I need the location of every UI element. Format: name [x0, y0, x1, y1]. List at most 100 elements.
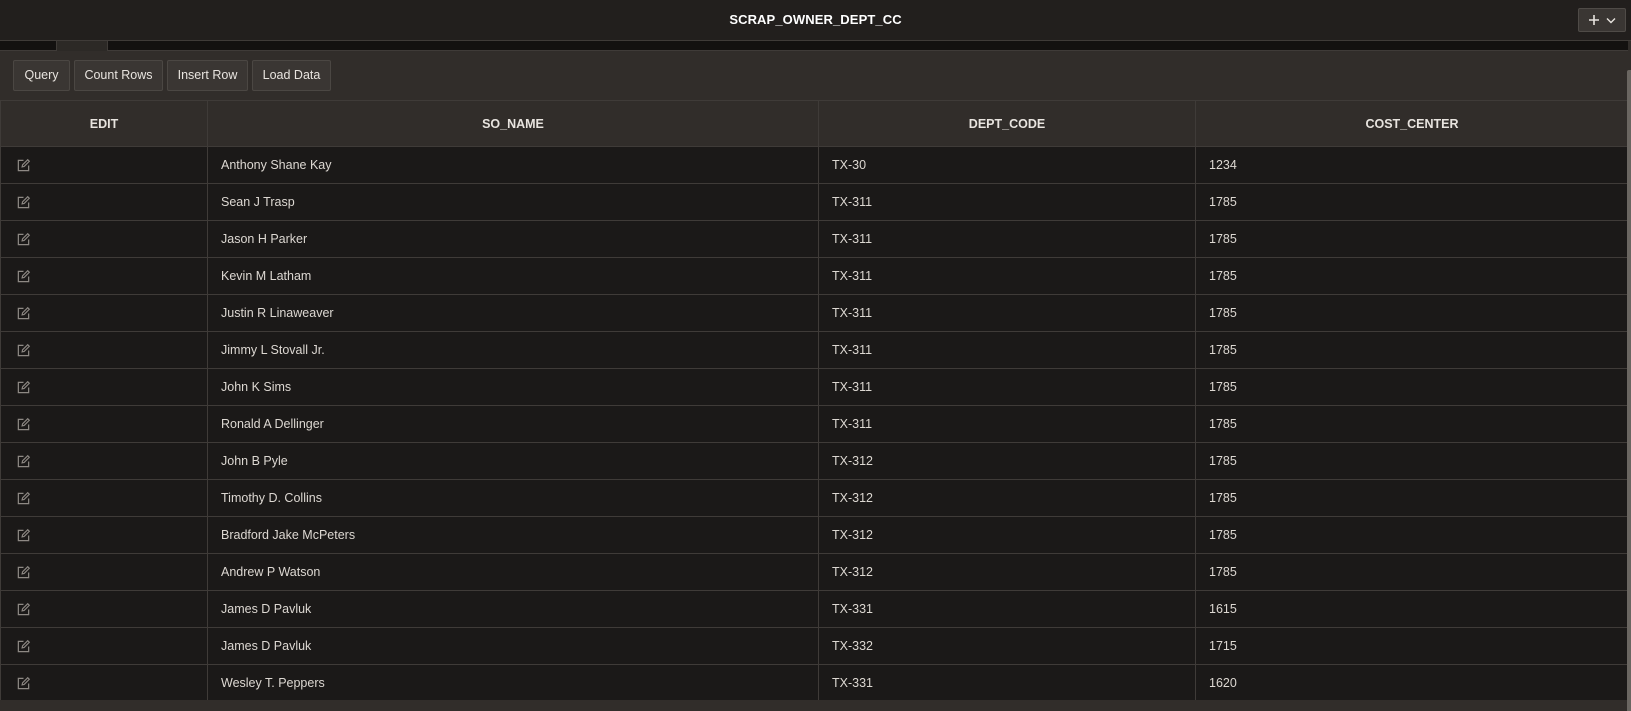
cost-center-cell[interactable]: 1785: [1195, 479, 1629, 517]
dept-code-cell[interactable]: TX-331: [818, 590, 1196, 628]
edit-cell: [0, 664, 208, 702]
query-button[interactable]: Query: [13, 60, 70, 91]
data-grid: EDIT SO_NAME DEPT_CODE COST_CENTER Antho…: [0, 100, 1629, 702]
edit-cell: [0, 220, 208, 258]
header-row: EDIT SO_NAME DEPT_CODE COST_CENTER: [0, 100, 1629, 147]
column-header-so-name[interactable]: SO_NAME: [207, 100, 819, 147]
so-name-cell[interactable]: Jason H Parker: [207, 220, 819, 258]
dept-code-cell[interactable]: TX-312: [818, 479, 1196, 517]
cost-center-cell[interactable]: 1785: [1195, 405, 1629, 443]
edit-icon[interactable]: [16, 601, 31, 615]
so-name-cell[interactable]: Kevin M Latham: [207, 257, 819, 295]
edit-icon[interactable]: [16, 342, 31, 356]
dept-code-cell[interactable]: TX-311: [818, 294, 1196, 332]
dept-code-cell[interactable]: TX-332: [818, 627, 1196, 665]
edit-cell: [0, 257, 208, 295]
so-name-cell[interactable]: Sean J Trasp: [207, 183, 819, 221]
table-row: Justin R Linaweaver TX-311 1785: [0, 294, 1629, 332]
so-name-cell[interactable]: Ronald A Dellinger: [207, 405, 819, 443]
edit-icon[interactable]: [16, 675, 31, 689]
so-name-cell[interactable]: John B Pyle: [207, 442, 819, 480]
scrollbar-thumb[interactable]: [1627, 70, 1631, 711]
toolbar: Query Count Rows Insert Row Load Data: [0, 52, 1628, 100]
dept-code-cell[interactable]: TX-311: [818, 368, 1196, 406]
so-name-cell[interactable]: Jimmy L Stovall Jr.: [207, 331, 819, 369]
edit-icon[interactable]: [16, 305, 31, 319]
so-name-cell[interactable]: Justin R Linaweaver: [207, 294, 819, 332]
cost-center-cell[interactable]: 1785: [1195, 220, 1629, 258]
edit-icon[interactable]: [16, 231, 31, 245]
table-row: Jason H Parker TX-311 1785: [0, 220, 1629, 258]
cost-center-cell[interactable]: 1785: [1195, 294, 1629, 332]
so-name-cell[interactable]: James D Pavluk: [207, 627, 819, 665]
table-row: James D Pavluk TX-332 1715: [0, 627, 1629, 665]
table-row: Anthony Shane Kay TX-30 1234: [0, 146, 1629, 184]
edit-icon[interactable]: [16, 268, 31, 282]
cost-center-cell[interactable]: 1785: [1195, 516, 1629, 554]
dept-code-cell[interactable]: TX-312: [818, 516, 1196, 554]
cost-center-cell[interactable]: 1785: [1195, 442, 1629, 480]
dept-code-cell[interactable]: TX-312: [818, 553, 1196, 591]
edit-icon[interactable]: [16, 527, 31, 541]
column-header-cost-center[interactable]: COST_CENTER: [1195, 100, 1629, 147]
edit-icon[interactable]: [16, 157, 31, 171]
edit-icon[interactable]: [16, 564, 31, 578]
dept-code-cell[interactable]: TX-311: [818, 220, 1196, 258]
insert-row-button[interactable]: Insert Row: [167, 60, 248, 91]
edit-icon[interactable]: [16, 194, 31, 208]
edit-cell: [0, 368, 208, 406]
so-name-cell[interactable]: Andrew P Watson: [207, 553, 819, 591]
edit-icon[interactable]: [16, 490, 31, 504]
window-titlebar: SCRAP_OWNER_DEPT_CC: [0, 0, 1631, 41]
edit-icon[interactable]: [16, 638, 31, 652]
cost-center-cell[interactable]: 1785: [1195, 183, 1629, 221]
window-title: SCRAP_OWNER_DEPT_CC: [729, 12, 902, 27]
cost-center-cell[interactable]: 1785: [1195, 368, 1629, 406]
load-data-button[interactable]: Load Data: [252, 60, 331, 91]
edit-cell: [0, 183, 208, 221]
tab-strip: [0, 41, 1628, 51]
cost-center-cell[interactable]: 1615: [1195, 590, 1629, 628]
count-rows-button[interactable]: Count Rows: [74, 60, 163, 91]
tab-handle[interactable]: [56, 41, 108, 51]
dept-code-cell[interactable]: TX-30: [818, 146, 1196, 184]
edit-cell: [0, 146, 208, 184]
table-row: Ronald A Dellinger TX-311 1785: [0, 405, 1629, 443]
column-header-dept-code[interactable]: DEPT_CODE: [818, 100, 1196, 147]
dept-code-cell[interactable]: TX-311: [818, 183, 1196, 221]
dept-code-cell[interactable]: TX-311: [818, 331, 1196, 369]
cost-center-cell[interactable]: 1620: [1195, 664, 1629, 702]
so-name-cell[interactable]: Bradford Jake McPeters: [207, 516, 819, 554]
dept-code-cell[interactable]: TX-331: [818, 664, 1196, 702]
so-name-cell[interactable]: Wesley T. Peppers: [207, 664, 819, 702]
table-row: Timothy D. Collins TX-312 1785: [0, 479, 1629, 517]
cost-center-cell[interactable]: 1715: [1195, 627, 1629, 665]
so-name-cell[interactable]: James D Pavluk: [207, 590, 819, 628]
dept-code-cell[interactable]: TX-312: [818, 442, 1196, 480]
table-row: Jimmy L Stovall Jr. TX-311 1785: [0, 331, 1629, 369]
dept-code-cell[interactable]: TX-311: [818, 405, 1196, 443]
table-row: John B Pyle TX-312 1785: [0, 442, 1629, 480]
cost-center-cell[interactable]: 1785: [1195, 553, 1629, 591]
so-name-cell[interactable]: Timothy D. Collins: [207, 479, 819, 517]
chevron-down-icon: [1606, 17, 1616, 24]
add-menu-button[interactable]: [1578, 8, 1626, 32]
grid-footer: [0, 700, 1628, 711]
cost-center-cell[interactable]: 1785: [1195, 331, 1629, 369]
edit-cell: [0, 294, 208, 332]
cost-center-cell[interactable]: 1785: [1195, 257, 1629, 295]
cost-center-cell[interactable]: 1234: [1195, 146, 1629, 184]
edit-cell: [0, 405, 208, 443]
table-row: Kevin M Latham TX-311 1785: [0, 257, 1629, 295]
column-header-edit: EDIT: [0, 100, 208, 147]
edit-icon[interactable]: [16, 379, 31, 393]
edit-cell: [0, 442, 208, 480]
edit-icon[interactable]: [16, 453, 31, 467]
table-row: Sean J Trasp TX-311 1785: [0, 183, 1629, 221]
so-name-cell[interactable]: John K Sims: [207, 368, 819, 406]
dept-code-cell[interactable]: TX-311: [818, 257, 1196, 295]
edit-cell: [0, 516, 208, 554]
so-name-cell[interactable]: Anthony Shane Kay: [207, 146, 819, 184]
table-row: Bradford Jake McPeters TX-312 1785: [0, 516, 1629, 554]
edit-icon[interactable]: [16, 416, 31, 430]
